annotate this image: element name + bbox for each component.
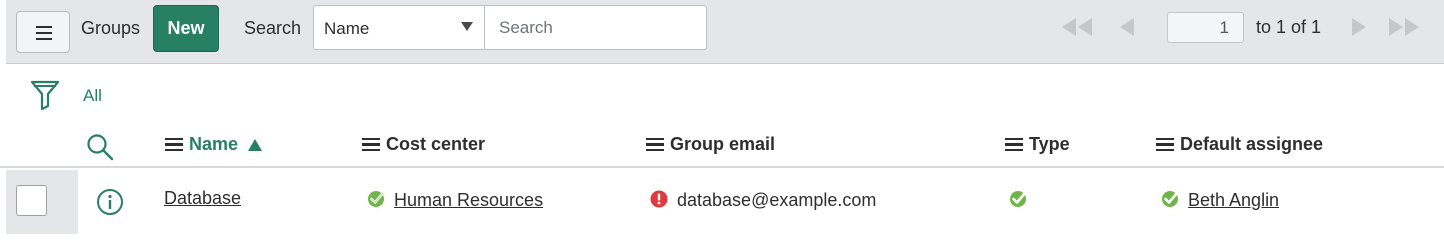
error-icon [649,188,669,213]
page-number-input[interactable] [1167,12,1244,43]
valid-check-icon [1160,188,1180,213]
list-header: Groups New Search Name to 1 of 1 [6,0,1444,64]
table-row: Database Human Resources database@exampl… [0,170,1444,234]
search-input[interactable] [484,5,707,50]
search-field-value: Name [324,19,370,38]
column-header-type[interactable]: Type [1005,134,1070,155]
column-label: Name [189,134,239,154]
column-menu-icon[interactable] [165,137,183,152]
previous-page-icon[interactable] [1116,18,1136,36]
last-page-icon[interactable] [1387,18,1425,36]
column-menu-icon[interactable] [1156,137,1174,152]
list-menu-button[interactable] [16,11,70,53]
column-menu-icon[interactable] [646,137,664,152]
cell-cost-center: Human Resources [366,188,543,213]
column-label: Group email [670,134,776,154]
column-header-row: Name Cost center Group email Type Defaul… [0,124,1444,168]
default-assignee-link[interactable]: Beth Anglin [1188,190,1279,211]
next-page-icon[interactable] [1350,18,1370,36]
valid-check-icon [366,188,386,213]
hamburger-icon [36,26,52,40]
valid-check-icon [1008,188,1028,213]
cell-group-email: database@example.com [649,188,876,213]
first-page-icon[interactable] [1058,18,1096,36]
column-label: Default assignee [1180,134,1324,154]
group-email-value: database@example.com [677,190,877,210]
cost-center-link[interactable]: Human Resources [394,190,543,211]
column-menu-icon[interactable] [362,137,380,152]
record-link[interactable]: Database [164,188,241,209]
column-header-default-assignee[interactable]: Default assignee [1156,134,1323,155]
column-menu-icon[interactable] [1005,137,1023,152]
caret-down-icon [461,22,473,31]
column-header-group-email[interactable]: Group email [646,134,775,155]
breadcrumb-all[interactable]: All [83,86,102,106]
cell-default-assignee: Beth Anglin [1160,188,1279,213]
column-label: Type [1029,134,1070,154]
sort-ascending-icon [248,138,263,151]
column-header-cost-center[interactable]: Cost center [362,134,485,155]
search-field-select[interactable]: Name [313,5,485,50]
cell-name: Database [164,188,241,209]
column-header-name[interactable]: Name [165,134,263,155]
cell-type [1008,188,1036,213]
list-title: Groups [81,18,141,38]
search-label: Search [244,18,302,38]
row-checkbox[interactable] [16,185,47,216]
row-select-cell [6,170,78,234]
funnel-icon[interactable] [30,80,60,115]
column-label: Cost center [386,134,486,154]
page-range-text: to 1 of 1 [1256,17,1322,37]
new-button[interactable]: New [153,5,219,52]
search-icon[interactable] [86,133,114,166]
info-icon[interactable] [96,188,124,221]
